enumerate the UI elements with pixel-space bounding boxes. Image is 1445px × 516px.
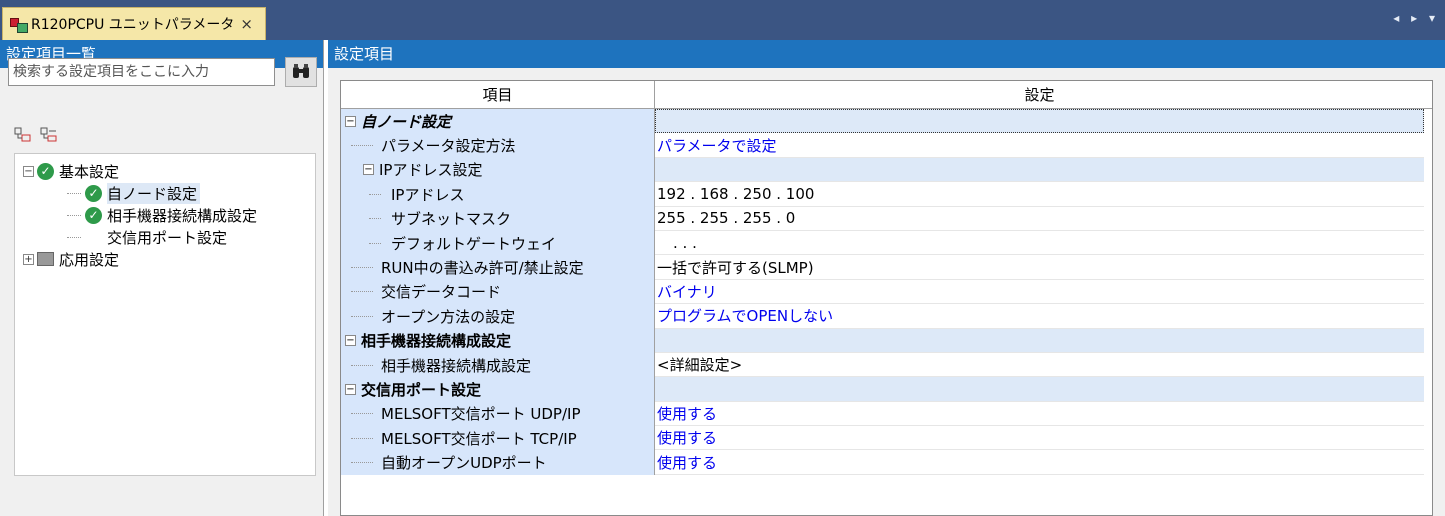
row-value[interactable]: 192 . 168 . 250 . 100 [657,185,814,203]
settings-panel: 設定項目 項目 設定 − 自ノード設定 パラメータ設定方法 パラメータで設定 − I… [328,40,1445,516]
row-item: 交信データコード [381,283,502,302]
search-input[interactable]: 検索する設定項目をここに入力 [8,58,275,86]
row-item: 相手機器接続構成設定 [361,332,512,351]
expand-all-icon[interactable] [14,127,32,147]
row-item: MELSOFT交信ポート TCP/IP [381,429,577,448]
row-value[interactable]: . . . [673,234,697,252]
document-tab-bar: R120PCPU ユニットパラメータ × ◂ ▸ ▾ [0,0,1445,40]
row-item: IPアドレス [391,185,465,204]
tab-navigation-icons[interactable]: ◂ ▸ ▾ [1393,11,1439,25]
table-row[interactable]: − 相手機器接続構成設定 [341,328,1432,353]
check-icon: ✓ [37,162,54,180]
tree-item-application-settings[interactable]: + 応用設定 [23,248,119,270]
row-value[interactable]: <詳細設定> [657,354,742,375]
row-item: 交信用ポート設定 [361,380,482,399]
collapse-icon[interactable]: − [345,335,356,347]
table-row[interactable]: オープン方法の設定 プログラムでOPENしない [341,304,1432,329]
expand-icon[interactable]: + [23,253,34,265]
tree-item-label: 相手機器接続構成設定 [107,206,258,225]
row-item: デフォルトゲートウェイ [391,234,557,253]
folder-icon [37,252,54,266]
table-row[interactable]: パラメータ設定方法 パラメータで設定 [341,133,1432,158]
collapse-all-icon[interactable] [40,127,58,147]
collapse-icon[interactable]: − [345,383,356,395]
table-row[interactable]: − 交信用ポート設定 [341,377,1432,402]
settings-grid: 項目 設定 − 自ノード設定 パラメータ設定方法 パラメータで設定 − IPアドレス… [340,80,1433,516]
table-row[interactable]: 交信データコード バイナリ [341,279,1432,305]
check-icon: ✓ [85,206,102,224]
table-row[interactable]: − IPアドレス設定 [341,157,1432,183]
row-value[interactable]: 255 . 255 . 255 . 0 [657,209,795,227]
row-item: サブネットマスク [391,210,512,229]
row-value[interactable]: 使用する [657,403,717,424]
collapse-icon[interactable]: − [363,164,374,176]
tree-item-label: 基本設定 [59,162,120,181]
row-item: オープン方法の設定 [381,307,516,326]
parameter-icon [9,16,28,33]
tree-item-label: 自ノード設定 [107,182,201,204]
collapse-icon[interactable]: − [345,115,356,127]
binoculars-icon[interactable] [285,57,317,87]
row-item: 自動オープンUDPポート [381,454,547,473]
check-icon: ✓ [85,184,102,202]
tree-tools [14,127,58,147]
grid-header: 項目 設定 [341,81,1432,109]
row-item: MELSOFT交信ポート UDP/IP [381,405,581,424]
row-value[interactable]: バイナリ [657,281,717,302]
settings-tree: − ✓ 基本設定 ✓ 自ノード設定 ✓ 相手機器接続構成設定 交信用ポート設定 … [14,153,316,476]
row-item: 相手機器接続構成設定 [381,356,532,375]
tree-item-connection-config[interactable]: ✓ 相手機器接続構成設定 [67,204,257,226]
search-row: 検索する設定項目をここに入力 [8,57,317,87]
tree-item-basic-settings[interactable]: − ✓ 基本設定 [23,160,119,182]
table-row[interactable]: MELSOFT交信ポート TCP/IP 使用する [341,426,1432,451]
row-item: RUN中の書込み許可/禁止設定 [381,259,584,278]
row-value[interactable]: 使用する [657,427,717,448]
tree-item-label: 応用設定 [59,250,120,269]
table-row[interactable]: − 自ノード設定 [341,109,1432,134]
collapse-icon[interactable]: − [23,165,34,177]
table-row[interactable]: 相手機器接続構成設定 <詳細設定> [341,352,1432,378]
tree-item-label: 交信用ポート設定 [107,228,228,247]
tab-title: R120PCPU ユニットパラメータ [31,17,235,33]
row-value[interactable]: 一括で許可する(SLMP) [657,257,814,278]
row-value[interactable]: パラメータで設定 [657,135,777,156]
row-item: 自ノード設定 [361,112,452,131]
column-header-setting[interactable]: 設定 [655,81,1424,109]
tab-unit-parameter[interactable]: R120PCPU ユニットパラメータ × [2,7,266,40]
row-value[interactable]: プログラムでOPENしない [657,305,833,326]
tree-item-own-node[interactable]: ✓ 自ノード設定 [67,182,201,204]
panel-title: 設定項目 [328,40,1445,68]
table-row[interactable]: RUN中の書込み許可/禁止設定 一括で許可する(SLMP) [341,255,1432,280]
table-row[interactable]: MELSOFT交信ポート UDP/IP 使用する [341,401,1432,427]
table-row[interactable]: IPアドレス 192 . 168 . 250 . 100 [341,182,1432,207]
row-value[interactable]: 使用する [657,452,717,473]
column-header-item[interactable]: 項目 [341,81,655,109]
table-row[interactable]: 自動オープンUDPポート 使用する [341,450,1432,475]
tree-item-comm-port[interactable]: 交信用ポート設定 [67,226,227,248]
close-icon[interactable]: × [240,15,253,33]
table-row[interactable]: サブネットマスク 255 . 255 . 255 . 0 [341,206,1432,231]
row-item: パラメータ設定方法 [381,137,516,156]
row-item: IPアドレス設定 [379,161,483,180]
table-row[interactable]: デフォルトゲートウェイ . . . [341,230,1432,256]
